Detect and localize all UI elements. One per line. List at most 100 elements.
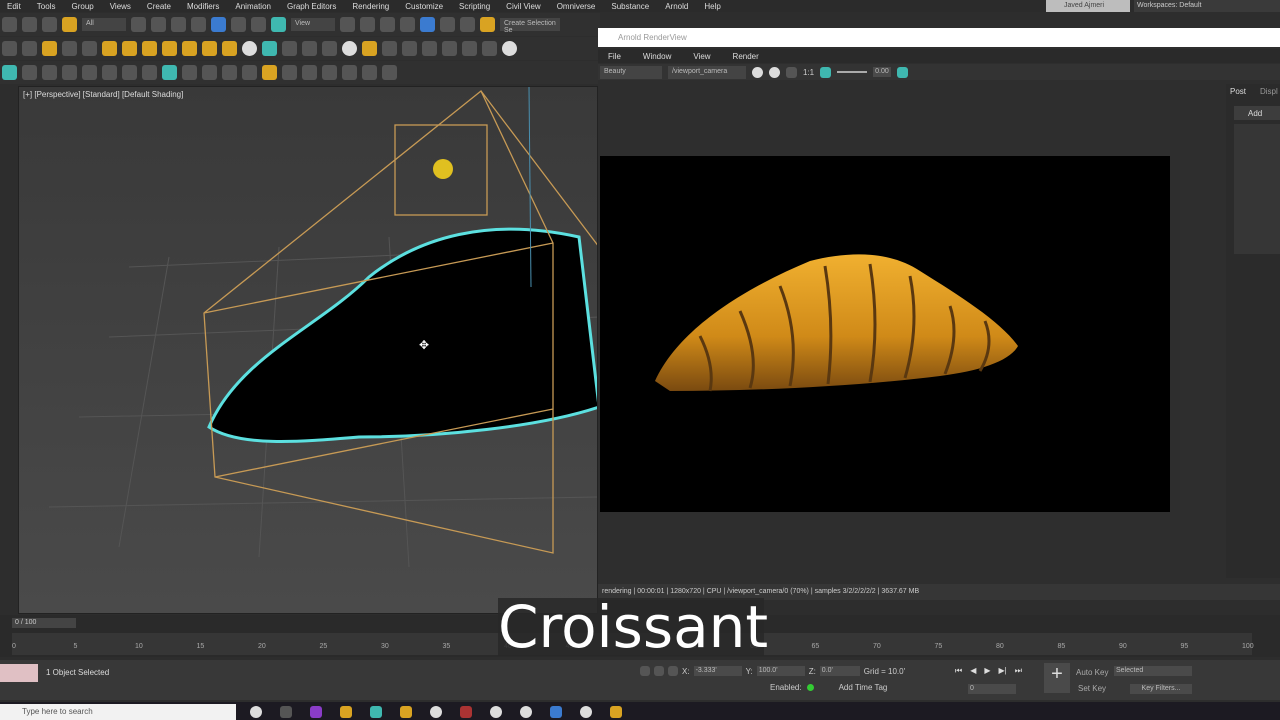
lock-icon[interactable]	[654, 666, 664, 676]
render-icon[interactable]	[752, 66, 763, 78]
prev-frame-icon[interactable]: ◀	[970, 666, 976, 676]
light-icon[interactable]	[42, 41, 57, 56]
tool-icon[interactable]	[142, 65, 157, 80]
tool-icon[interactable]	[202, 41, 217, 56]
tool-icon[interactable]	[82, 41, 97, 56]
rv-menu-file[interactable]: File	[608, 52, 621, 61]
workspaces-dropdown[interactable]: Workspaces: Default	[1134, 0, 1280, 12]
file-explorer-icon[interactable]	[340, 706, 352, 718]
tab-post[interactable]: Post	[1230, 87, 1246, 96]
tool-icon[interactable]	[102, 41, 117, 56]
crop-icon[interactable]	[820, 66, 832, 78]
menu-animation[interactable]: Animation	[235, 2, 271, 11]
abs-mode-icon[interactable]	[668, 666, 678, 676]
tool-icon[interactable]	[222, 65, 237, 80]
photoshop-icon[interactable]	[550, 706, 562, 718]
menu-edit[interactable]: Edit	[7, 2, 21, 11]
select-icon[interactable]	[131, 17, 146, 32]
tool-icon[interactable]	[282, 41, 297, 56]
app-icon[interactable]	[310, 706, 322, 718]
menu-arnold[interactable]: Arnold	[665, 2, 688, 11]
named-selection-set[interactable]: Create Selection Se	[500, 18, 560, 34]
select-by-name-icon[interactable]	[151, 17, 166, 32]
tool-icon[interactable]	[182, 41, 197, 56]
undo-icon[interactable]	[2, 17, 17, 32]
illustrator-icon[interactable]	[460, 706, 472, 718]
tool-icon[interactable]	[422, 41, 437, 56]
add-time-tag[interactable]: Add Time Tag	[839, 683, 888, 692]
tool-icon[interactable]	[182, 65, 197, 80]
sphere-icon[interactable]	[242, 41, 257, 56]
bind-space-warp-icon[interactable]	[62, 17, 77, 32]
tool-icon[interactable]	[202, 65, 217, 80]
tool-icon[interactable]	[402, 41, 417, 56]
enabled-indicator[interactable]	[806, 684, 814, 691]
menu-customize[interactable]: Customize	[405, 2, 443, 11]
window-crossing-icon[interactable]	[191, 17, 206, 32]
pivot-icon[interactable]	[340, 17, 355, 32]
unlink-icon[interactable]	[42, 17, 57, 32]
menu-scripting[interactable]: Scripting	[459, 2, 490, 11]
user-account[interactable]: Javed Ajmeri	[1046, 0, 1130, 12]
camera-dropdown[interactable]: /viewport_camera	[668, 65, 746, 79]
tool-icon[interactable]	[262, 41, 277, 56]
tool-icon[interactable]	[102, 65, 117, 80]
menu-substance[interactable]: Substance	[611, 2, 649, 11]
whatsapp-icon[interactable]	[490, 706, 502, 718]
tool-icon[interactable]	[342, 65, 357, 80]
chrome-icon[interactable]	[520, 706, 532, 718]
tool-icon[interactable]	[482, 41, 497, 56]
keyboard-shortcut-icon[interactable]	[380, 17, 395, 32]
y-field[interactable]: 100.0'	[756, 666, 805, 676]
angle-snap-icon[interactable]	[420, 17, 435, 32]
link-icon[interactable]	[22, 17, 37, 32]
snaps-toggle-icon[interactable]	[400, 17, 415, 32]
sun-icon[interactable]	[222, 41, 237, 56]
tool-icon[interactable]	[162, 41, 177, 56]
tool-icon[interactable]	[22, 65, 37, 80]
tool-icon[interactable]	[382, 65, 397, 80]
snap-icon[interactable]	[360, 17, 375, 32]
tool-icon[interactable]	[462, 41, 477, 56]
tool-icon[interactable]	[142, 41, 157, 56]
tool-icon[interactable]	[82, 65, 97, 80]
tool-icon[interactable]	[162, 65, 177, 80]
app-icon[interactable]	[400, 706, 412, 718]
tool-icon[interactable]	[262, 65, 277, 80]
cortana-icon[interactable]	[250, 706, 262, 718]
tool-icon[interactable]	[322, 41, 337, 56]
go-to-end-icon[interactable]: ⏭	[1015, 666, 1022, 676]
tool-icon[interactable]	[362, 65, 377, 80]
selection-filter[interactable]: All	[82, 18, 126, 31]
task-view-icon[interactable]	[280, 706, 292, 718]
menu-help[interactable]: Help	[704, 2, 720, 11]
rv-menu-window[interactable]: Window	[643, 52, 671, 61]
rv-menu-view[interactable]: View	[693, 52, 710, 61]
chrome-icon[interactable]	[430, 706, 442, 718]
tool-icon[interactable]	[122, 65, 137, 80]
key-mode-dropdown[interactable]: Selected	[1114, 666, 1192, 676]
add-button[interactable]: Add	[1234, 106, 1280, 120]
new-key-icon[interactable]: +	[1044, 663, 1070, 693]
3dsmax-icon[interactable]	[370, 706, 382, 718]
menu-modifiers[interactable]: Modifiers	[187, 2, 219, 11]
tab-display[interactable]: Displ	[1260, 87, 1278, 96]
menu-tools[interactable]: Tools	[37, 2, 56, 11]
move-icon[interactable]	[211, 17, 226, 32]
aov-dropdown[interactable]: Beauty	[600, 65, 662, 79]
tool-icon[interactable]	[122, 41, 137, 56]
snapshot-icon[interactable]	[896, 66, 908, 78]
taskbar-search[interactable]: Type here to search	[0, 704, 236, 720]
play-icon[interactable]: ▶	[984, 666, 990, 676]
menu-create[interactable]: Create	[147, 2, 171, 11]
auto-key-button[interactable]: Auto Key	[1076, 668, 1108, 677]
exposure-value[interactable]: 0.00	[873, 67, 891, 77]
go-to-start-icon[interactable]: ⏮	[955, 666, 962, 676]
menu-rendering[interactable]: Rendering	[352, 2, 389, 11]
scale-icon[interactable]	[251, 17, 266, 32]
tool-icon[interactable]	[342, 41, 357, 56]
tool-icon[interactable]	[42, 65, 57, 80]
maxscript-listener[interactable]	[0, 664, 38, 682]
rect-select-icon[interactable]	[171, 17, 186, 32]
vray-icon[interactable]	[502, 41, 517, 56]
